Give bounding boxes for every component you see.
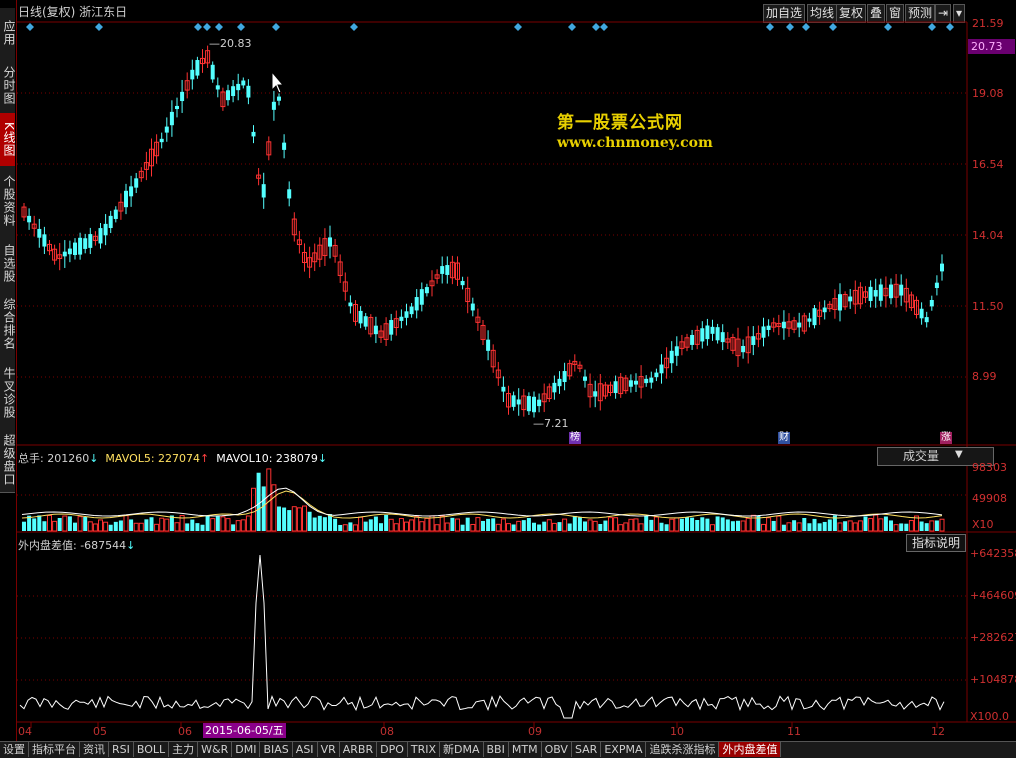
volume-unit: X10 (972, 518, 994, 531)
indicator-tab[interactable]: DMI (232, 742, 261, 757)
indicator-tab[interactable]: 外内盘差值 (719, 742, 782, 757)
price-axis-label: 16.54 (972, 158, 1004, 171)
price-axis-label: 11.50 (972, 300, 1004, 313)
mavol10-label: MAVOL10: 238079 (216, 452, 318, 465)
x-axis-label: 10 (670, 725, 684, 738)
price-axis-label: 8.99 (972, 370, 997, 383)
marker-zhang[interactable]: 涨 (940, 432, 952, 444)
chevron-down-icon[interactable]: ▼ (955, 449, 963, 460)
x-axis-label: 11 (787, 725, 801, 738)
indicator-tab[interactable]: SAR (572, 742, 602, 757)
indicator-axis-label: +642358 (970, 547, 1016, 560)
price-axis-label: 14.04 (972, 229, 1004, 242)
indicator-axis-label: +104878 (970, 673, 1016, 686)
down-arrow-icon: ↓ (126, 539, 136, 552)
x-axis-label: 12 (931, 725, 945, 738)
kline-chart[interactable] (0, 0, 1016, 741)
indicator-tab[interactable]: OBV (542, 742, 572, 757)
watermark-url: www.chnmoney.com (557, 135, 713, 151)
down-arrow-icon: ↓ (317, 452, 328, 465)
indicator-value: 外内盘差值: -687544 (18, 539, 127, 552)
x-axis-label: 05 (93, 725, 107, 738)
indicator-tab[interactable]: 指标平台 (29, 742, 80, 757)
price-axis-label: 21.59 (972, 17, 1004, 30)
indicator-tab[interactable]: BOLL (134, 742, 170, 757)
indicator-description-button[interactable]: 指标说明 (906, 534, 966, 552)
indicator-tab[interactable]: DPO (377, 742, 408, 757)
watermark-title: 第一股票公式网 (557, 113, 683, 133)
indicator-tab[interactable]: VR (318, 742, 340, 757)
indicator-tab[interactable]: 新DMA (440, 742, 484, 757)
indicator-tab[interactable]: 设置 (0, 742, 29, 757)
indicator-axis-label: +464609 (970, 589, 1016, 602)
indicator-tab[interactable]: BIAS (260, 742, 293, 757)
crosshair-date-tag: 2015-06-05/五 (203, 723, 286, 738)
volume-total: 总手: 201260 (18, 452, 90, 465)
x-axis-label: 08 (380, 725, 394, 738)
volume-axis-label: 49908 (972, 492, 1007, 505)
volume-legend: 总手: 201260↓ MAVOL5: 227074↑ MAVOL10: 238… (18, 450, 327, 466)
indicator-tab[interactable]: 主力 (169, 742, 199, 757)
indicator-tab[interactable]: MTM (509, 742, 542, 757)
current-price-tag: 20.73 (968, 39, 1015, 54)
indicator-axis-label: +282627 (970, 631, 1016, 644)
x-axis-label: 09 (528, 725, 542, 738)
up-arrow-icon: ↑ (200, 452, 210, 465)
indicator-tab-bar: 设置 指标平台 资讯 RSI BOLL 主力 W&R DMI BIAS ASI VR ARBR DPO T… (0, 741, 1016, 758)
indicator-tab[interactable]: TRIX (408, 742, 441, 757)
mavol5-label: MAVOL5: 227074 (105, 452, 201, 465)
marker-cai[interactable]: 财 (778, 432, 790, 444)
price-axis-label: 19.08 (972, 87, 1004, 100)
x-axis-label: 04 (18, 725, 32, 738)
high-price-annotation: —20.83 (209, 37, 252, 50)
x-axis-label: 06 (178, 725, 192, 738)
marker-bang[interactable]: 榜 (569, 432, 581, 444)
indicator-tab[interactable]: RSI (109, 742, 134, 757)
indicator-legend: 外内盘差值: -687544↓ (18, 537, 135, 553)
indicator-tab[interactable]: EXPMA (601, 742, 647, 757)
indicator-tab[interactable]: 追跌杀涨指标 (646, 742, 720, 757)
indicator-tab[interactable]: 资讯 (80, 742, 109, 757)
indicator-tab[interactable]: W&R (198, 742, 233, 757)
indicator-tab[interactable]: BBI (484, 742, 509, 757)
volume-axis-label: 98303 (972, 461, 1007, 474)
indicator-unit: X100.0 (970, 710, 1010, 723)
low-price-annotation: —7.21 (533, 417, 569, 430)
indicator-tab[interactable]: ARBR (340, 742, 378, 757)
down-arrow-icon: ↓ (89, 452, 99, 465)
indicator-tab[interactable]: ASI (293, 742, 318, 757)
